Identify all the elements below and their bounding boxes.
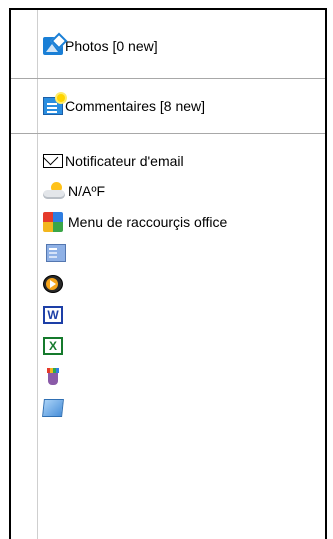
menu-item-weather[interactable]: N/AºF [43, 179, 105, 203]
separator [11, 78, 325, 79]
menu-item-calculator[interactable] [43, 241, 66, 265]
word-icon: W [43, 306, 63, 324]
paint-icon [45, 368, 65, 386]
menu-item-paint[interactable] [43, 365, 65, 389]
menu-item-email-notifier[interactable]: Notificateur d'email [43, 149, 184, 173]
menu-item-email-notifier-label: Notificateur d'email [65, 153, 184, 169]
calculator-icon [46, 244, 66, 262]
menu-item-media-player[interactable] [43, 272, 63, 296]
menu-item-comments-label: Commentaires [8 new] [65, 98, 206, 114]
menu-item-comments[interactable]: Commentaires [8 new] [43, 94, 205, 118]
menu-item-excel[interactable]: X [43, 334, 63, 358]
office-shortcuts-icon [43, 212, 63, 232]
icon-gutter-line [37, 10, 38, 539]
excel-icon: X [43, 337, 63, 355]
menu-item-office-shortcuts[interactable]: Menu de raccourçis office [43, 210, 227, 234]
mail-icon [43, 154, 63, 168]
menu-item-photos-label: Photos [0 new] [65, 38, 158, 54]
media-player-icon [43, 275, 63, 293]
photos-icon [43, 37, 63, 55]
separator [11, 133, 325, 134]
weather-icon [43, 181, 67, 201]
menu-item-office-shortcuts-label: Menu de raccourçis office [68, 214, 228, 230]
comments-icon [43, 94, 65, 115]
menu-item-photos[interactable]: Photos [0 new] [43, 34, 158, 58]
popup-menu: Photos [0 new] Commentaires [8 new] Noti… [9, 8, 327, 539]
menu-item-word[interactable]: W [43, 303, 63, 327]
notepad-icon [42, 399, 64, 417]
menu-item-weather-label: N/AºF [68, 183, 106, 199]
menu-item-notepad[interactable] [42, 396, 64, 420]
